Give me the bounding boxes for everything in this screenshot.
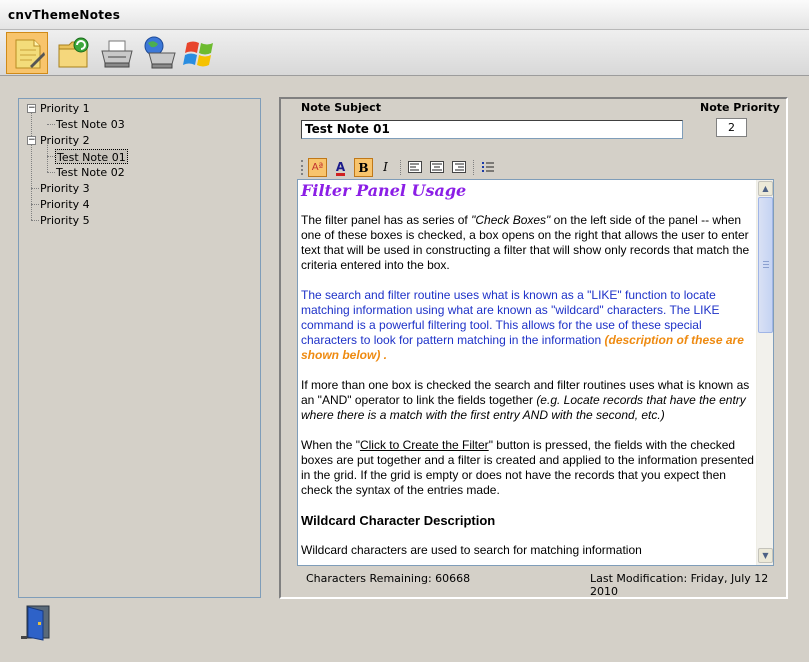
notes-tree[interactable]: − Priority 1 Test Note 03 − Priority 2 T… bbox=[18, 98, 261, 598]
content-paragraph: The search and filter routine uses what … bbox=[301, 288, 754, 363]
tree-node-priority-5[interactable]: Priority 5 bbox=[40, 213, 90, 228]
align-left-icon bbox=[407, 161, 422, 173]
title-bar: cnvThemeNotes bbox=[0, 0, 809, 30]
editor-scrollbar[interactable]: ▲ ▼ bbox=[756, 180, 773, 565]
align-center-icon bbox=[429, 161, 444, 173]
note-subject-input[interactable]: Test Note 01 bbox=[301, 120, 683, 139]
tree-line bbox=[47, 145, 48, 172]
content-heading: Filter Panel Usage bbox=[301, 181, 467, 200]
toolbar-grip[interactable] bbox=[301, 160, 303, 175]
print-button[interactable] bbox=[96, 32, 138, 74]
collapse-icon[interactable]: − bbox=[27, 104, 36, 113]
notes-button[interactable] bbox=[6, 32, 48, 74]
font-color-button[interactable]: A bbox=[331, 158, 350, 177]
main-toolbar bbox=[0, 30, 809, 76]
tree-node-test-note-03[interactable]: Test Note 03 bbox=[56, 117, 125, 132]
content-paragraph: Wildcard characters are used to search f… bbox=[301, 543, 642, 557]
text-run-italic: "Check Boxes" bbox=[471, 213, 551, 227]
bullet-list-icon bbox=[481, 162, 494, 172]
tree-line bbox=[47, 172, 55, 173]
tree-node-priority-2[interactable]: Priority 2 bbox=[40, 133, 90, 148]
text-run: When the " bbox=[301, 438, 360, 452]
tree-line bbox=[47, 124, 55, 125]
scroll-up-button[interactable]: ▲ bbox=[758, 181, 773, 196]
italic-button[interactable]: I bbox=[376, 158, 395, 177]
tree-line bbox=[31, 204, 39, 205]
note-priority-label: Note Priority bbox=[700, 101, 780, 114]
content-paragraph: If more than one box is checked the sear… bbox=[301, 378, 754, 423]
tree-node-priority-4[interactable]: Priority 4 bbox=[40, 197, 90, 212]
italic-icon: I bbox=[383, 160, 388, 174]
printer-icon bbox=[101, 40, 133, 68]
chevron-down-icon: ▼ bbox=[762, 551, 769, 560]
content-paragraph: When the "Click to Create the Filter" bu… bbox=[301, 438, 754, 498]
chevron-up-icon: ▲ bbox=[762, 184, 769, 193]
tree-node-test-note-01[interactable]: Test Note 01 bbox=[55, 149, 128, 164]
note-panel: Note Subject Note Priority Test Note 01 … bbox=[279, 97, 788, 599]
note-body-editor[interactable]: Filter Panel Usage The filter panel has … bbox=[297, 179, 774, 566]
format-toolbar: Aª A B I bbox=[301, 157, 523, 179]
text-run-underline: Click to Create the Filter bbox=[359, 438, 489, 452]
folder-refresh-icon bbox=[58, 37, 89, 68]
tree-node-test-note-02[interactable]: Test Note 02 bbox=[56, 165, 125, 180]
tree-line bbox=[47, 156, 55, 157]
collapse-icon[interactable]: − bbox=[27, 136, 36, 145]
text-run-highlight: . bbox=[380, 348, 388, 362]
align-left-button[interactable] bbox=[405, 158, 424, 177]
align-center-button[interactable] bbox=[427, 158, 446, 177]
exit-button[interactable] bbox=[19, 602, 55, 642]
note-body-content: Filter Panel Usage The filter panel has … bbox=[301, 180, 754, 565]
windows-logo-icon bbox=[183, 41, 213, 67]
scroll-down-button[interactable]: ▼ bbox=[758, 548, 773, 563]
toolbar-separator bbox=[473, 160, 474, 175]
scroll-thumb[interactable] bbox=[758, 197, 773, 333]
font-size-button[interactable]: Aª bbox=[308, 158, 327, 177]
network-print-button[interactable] bbox=[138, 32, 180, 74]
thumb-grip bbox=[763, 261, 769, 268]
align-right-icon bbox=[451, 161, 466, 173]
windows-button[interactable] bbox=[180, 32, 222, 74]
content-paragraph: The filter panel has as series of "Check… bbox=[301, 213, 754, 273]
tree-node-priority-1[interactable]: Priority 1 bbox=[40, 101, 90, 116]
refresh-folder-button[interactable] bbox=[52, 32, 94, 74]
font-size-icon: Aª bbox=[311, 162, 324, 173]
window-title: cnvThemeNotes bbox=[8, 8, 121, 22]
characters-remaining: Characters Remaining: 60668 bbox=[306, 572, 471, 585]
align-right-button[interactable] bbox=[449, 158, 468, 177]
tree-node-priority-3[interactable]: Priority 3 bbox=[40, 181, 90, 196]
note-priority-input[interactable]: 2 bbox=[716, 118, 747, 137]
tree-line bbox=[31, 188, 39, 189]
bullet-list-button[interactable] bbox=[478, 158, 497, 177]
tree-line bbox=[31, 220, 39, 221]
notes-folder-icon bbox=[15, 39, 45, 69]
content-subheading: Wildcard Character Description bbox=[301, 513, 496, 528]
font-color-icon: A bbox=[335, 160, 346, 176]
exit-door-icon bbox=[21, 605, 50, 641]
network-printer-icon bbox=[144, 36, 176, 69]
text-run: The filter panel has as series of bbox=[301, 213, 472, 227]
last-modification: Last Modification: Friday, July 12 2010 bbox=[590, 572, 769, 598]
note-subject-label: Note Subject bbox=[301, 101, 381, 114]
bold-icon: B bbox=[358, 161, 369, 175]
bold-button[interactable]: B bbox=[354, 158, 373, 177]
toolbar-separator bbox=[400, 160, 401, 175]
